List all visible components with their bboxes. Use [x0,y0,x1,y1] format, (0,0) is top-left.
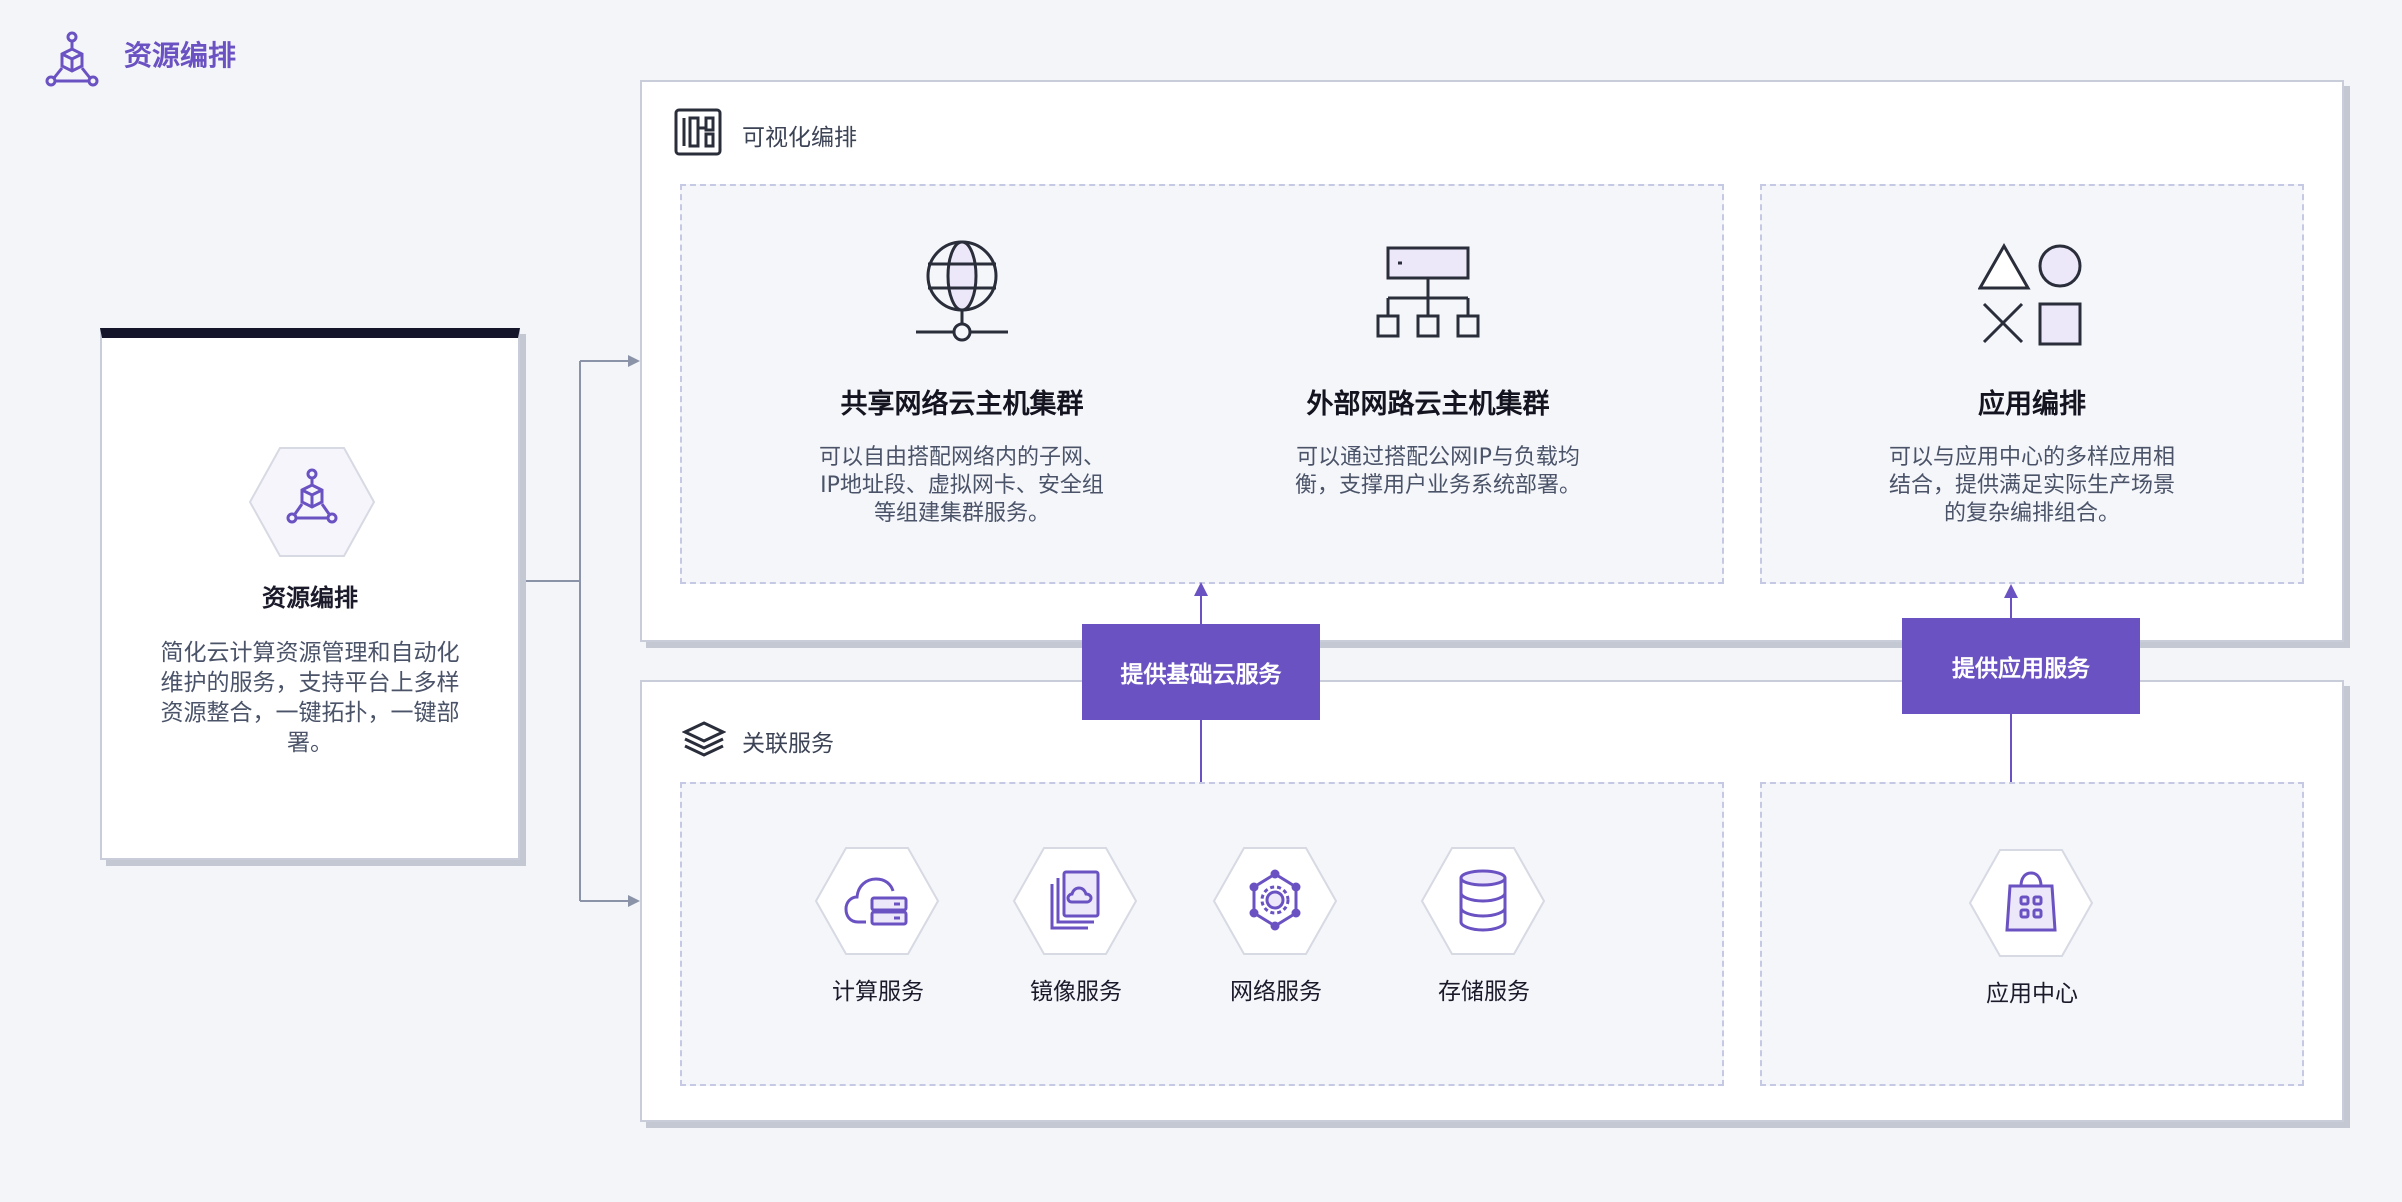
app-service-flow: 提供应用服务 [1902,618,2140,714]
basic-cloud-service-flow: 提供基础云服务 [1082,624,1320,720]
service-flow-lines [1194,582,2018,782]
